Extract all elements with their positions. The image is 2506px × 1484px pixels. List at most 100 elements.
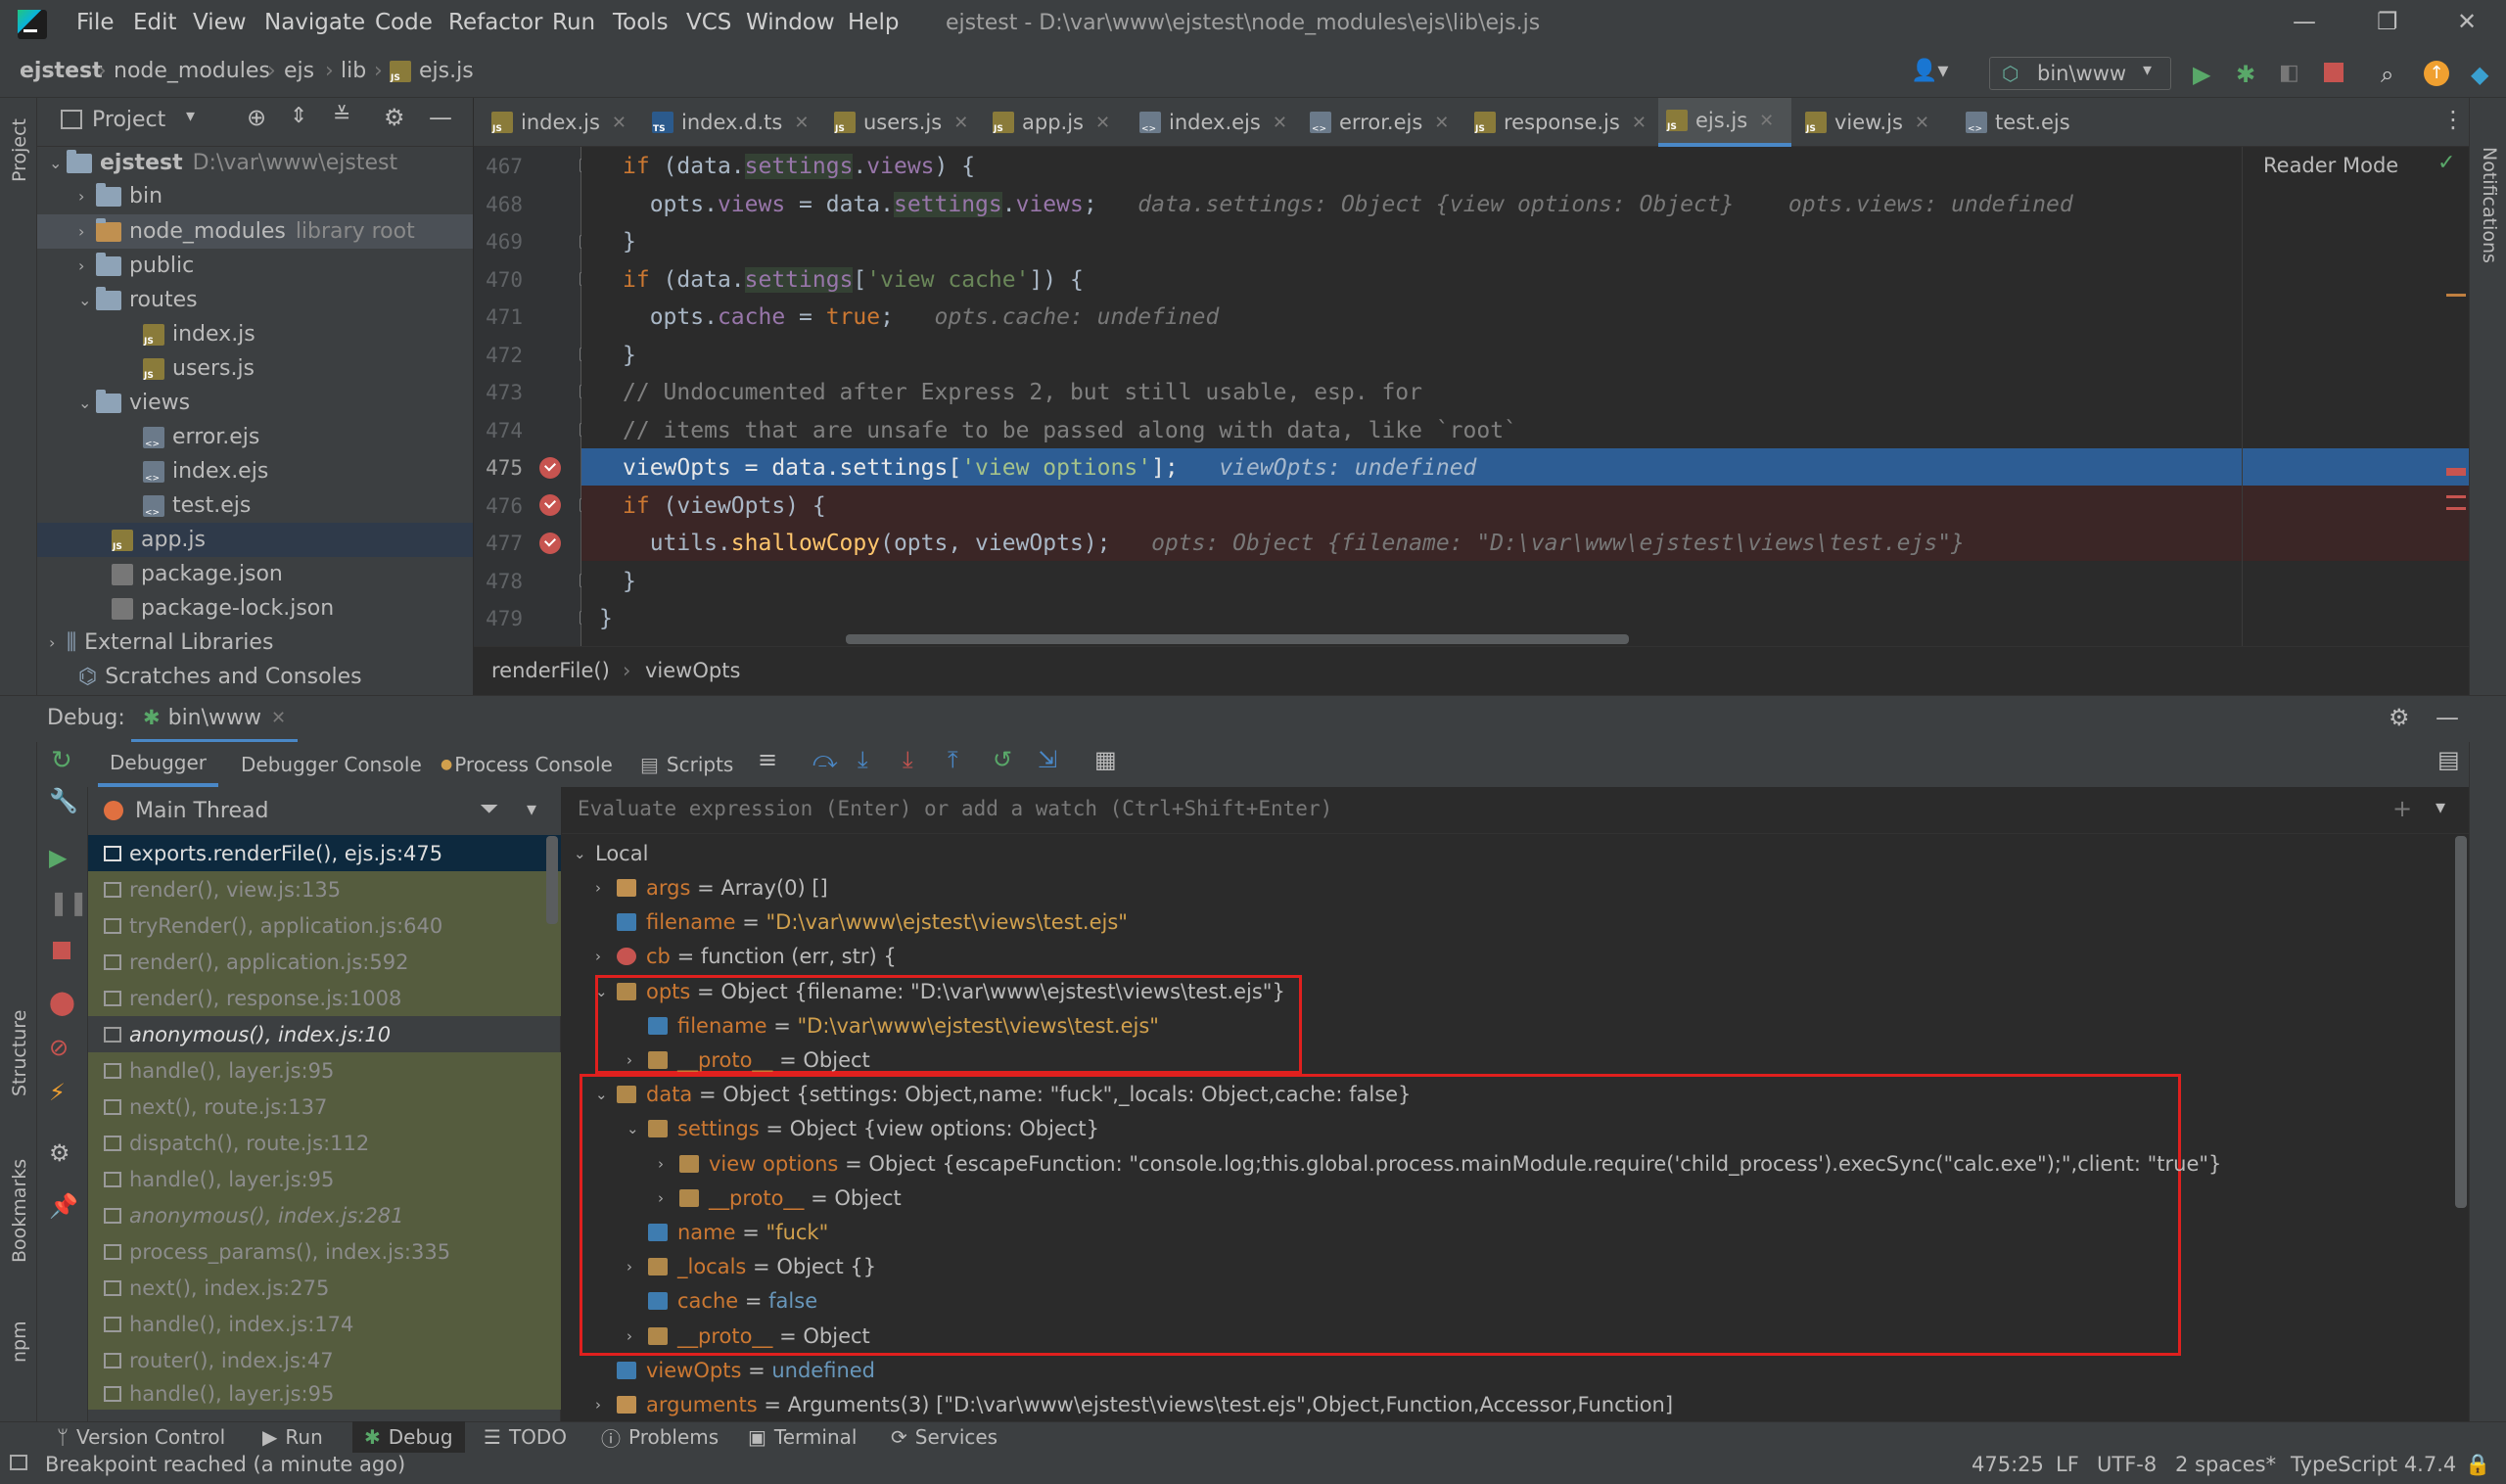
variable-row[interactable]: ⌄ opts = Object {filename: "D:\var\www\ej… — [595, 975, 1285, 1008]
chevron-down-icon[interactable]: ⌄ — [595, 983, 617, 1000]
tree-item-node-modules[interactable]: › node_modules library root — [37, 214, 473, 249]
chevron-down-icon[interactable]: ⌄ — [78, 394, 96, 412]
chevron-down-icon[interactable]: ▾ — [527, 797, 536, 820]
variable-row[interactable]: › arguments = Arguments(3) ["D:\var\www\e… — [595, 1388, 1673, 1421]
tab-debugger[interactable]: Debugger — [98, 742, 218, 787]
close-window-icon[interactable]: ✕ — [2457, 8, 2477, 35]
code-editor[interactable]: if (data.settings.views) { opts.views = … — [581, 147, 2469, 646]
tab-index-d-ts[interactable]: index.d.ts ✕ — [644, 98, 809, 147]
notifications-tool-label[interactable]: Notifications — [2479, 147, 2500, 263]
tree-item-routes[interactable]: ⌄ routes — [78, 283, 198, 317]
project-panel-title[interactable]: Project — [92, 108, 165, 132]
tree-item-package-json[interactable]: package.json — [112, 557, 283, 591]
step-out-icon[interactable]: ⤒ — [948, 746, 958, 773]
chevron-right-icon[interactable]: › — [626, 1051, 648, 1069]
menu-run[interactable]: Run — [552, 10, 595, 35]
tree-item-ejstest[interactable]: ⌄ ejstest D:\var\www\ejstest — [49, 146, 397, 180]
minimize-icon[interactable]: — — [2293, 8, 2316, 35]
hide-panel-icon[interactable]: — — [429, 104, 452, 131]
tab-error-ejs[interactable]: error.ejs ✕ — [1302, 98, 1449, 147]
tree-item-users-js[interactable]: users.js — [143, 351, 255, 386]
menu-window[interactable]: Window — [746, 10, 835, 35]
chevron-right-icon[interactable]: › — [595, 1396, 617, 1414]
variable-row[interactable]: cache = false — [626, 1284, 817, 1318]
tree-item-bin[interactable]: › bin — [78, 179, 162, 213]
variables-scrollbar[interactable] — [2455, 836, 2467, 1208]
tree-item-package-lock-json[interactable]: package-lock.json — [112, 591, 334, 626]
tool-tab-version-control[interactable]: ᛘ Version Control — [57, 1421, 225, 1453]
breadcrumb-variable[interactable]: viewOpts — [645, 659, 740, 682]
chevron-down-icon[interactable]: ⌄ — [595, 1086, 617, 1103]
restart-frame-icon[interactable]: ↺ — [993, 746, 1012, 773]
tree-item-views[interactable]: ⌄ views — [78, 386, 190, 420]
frame-item[interactable]: anonymous(), index.js:281 — [88, 1197, 561, 1233]
close-session-icon[interactable]: ✕ — [271, 708, 286, 728]
frame-item[interactable]: handle(), layer.js:95 — [88, 1161, 561, 1197]
expand-all-icon[interactable]: ⇕ — [290, 104, 307, 128]
tab-ejs-js[interactable]: ejs.js ✕ — [1658, 98, 1791, 147]
chevron-right-icon[interactable]: › — [78, 256, 96, 275]
mute-breakpoints-icon[interactable]: ⊘ — [49, 1034, 69, 1061]
tab-view-js[interactable]: view.js ✕ — [1797, 98, 1929, 147]
debug-session-tab[interactable]: ✱ bin\www ✕ — [131, 696, 299, 743]
frame-item[interactable]: exports.renderFile(), ejs.js:475 — [88, 835, 561, 871]
variable-row[interactable]: ⌄ settings = Object {view options: Object… — [626, 1112, 1099, 1145]
step-into-icon[interactable]: ⤓ — [858, 746, 868, 773]
tool-tab-problems[interactable]: ⓘ Problems — [601, 1421, 719, 1453]
chevron-right-icon[interactable]: › — [78, 222, 96, 241]
user-icon[interactable]: 👤▾ — [1911, 59, 1948, 83]
lock-icon[interactable]: 🔒 — [2465, 1453, 2490, 1477]
npm-tool-label[interactable]: npm — [9, 1321, 30, 1363]
variable-row[interactable]: › __proto__ = Object — [658, 1182, 902, 1215]
tree-item-error-ejs[interactable]: error.ejs — [143, 420, 259, 454]
lightning-icon[interactable]: ⚡ — [49, 1079, 66, 1106]
breakpoint-icon[interactable] — [539, 457, 561, 479]
chevron-down-icon[interactable]: ⌄ — [626, 1120, 648, 1137]
error-stripe-marker[interactable] — [2446, 495, 2466, 498]
frame-item[interactable]: dispatch(), route.js:112 — [88, 1125, 561, 1161]
tree-item-app-js[interactable]: app.js — [37, 523, 473, 557]
thread-selector[interactable]: Main Thread ⏷ ▾ — [88, 787, 561, 836]
menu-view[interactable]: View — [193, 10, 247, 35]
close-tab-icon[interactable]: ✕ — [1915, 113, 1929, 133]
tab-index-ejs[interactable]: index.ejs ✕ — [1132, 98, 1287, 147]
indent-setting[interactable]: 2 spaces* — [2175, 1453, 2276, 1476]
tab-index-js[interactable]: index.js ✕ — [484, 98, 626, 147]
variable-row[interactable]: › __proto__ = Object — [626, 1320, 870, 1353]
frame-item[interactable]: anonymous(), index.js:10 — [88, 1016, 561, 1052]
tab-test-ejs[interactable]: test.ejs — [1958, 98, 2070, 147]
line-separator[interactable]: LF — [2056, 1453, 2079, 1476]
tree-item-scratches[interactable]: ⌬ Scratches and Consoles — [78, 660, 362, 694]
force-step-into-icon[interactable]: ⤓ — [903, 746, 913, 773]
error-stripe-marker[interactable] — [2446, 294, 2466, 297]
chevron-right-icon[interactable]: › — [595, 879, 617, 897]
view-breakpoints-icon[interactable]: ⬤ — [49, 989, 75, 1016]
debug-bug-icon[interactable]: ✱ — [2236, 61, 2259, 88]
structure-tool-label[interactable]: Structure — [9, 1010, 30, 1096]
menu-navigate[interactable]: Navigate — [264, 10, 365, 35]
tab-app-js[interactable]: app.js ✕ — [985, 98, 1110, 147]
collapse-all-icon[interactable]: ≚ — [333, 104, 350, 128]
variable-row[interactable]: › view options = Object {escapeFunction: … — [658, 1147, 2221, 1181]
close-tab-icon[interactable]: ✕ — [794, 113, 809, 133]
breakpoint-icon[interactable] — [539, 494, 561, 516]
menu-edit[interactable]: Edit — [133, 10, 177, 35]
tab-users-js[interactable]: users.js ✕ — [826, 98, 968, 147]
gear-icon[interactable]: ⚙ — [49, 1139, 70, 1167]
chevron-right-icon[interactable]: › — [595, 948, 617, 965]
locate-icon[interactable]: ⊕ — [247, 104, 266, 131]
variable-row[interactable]: › _locals = Object {} — [626, 1250, 876, 1283]
breakpoint-icon[interactable] — [539, 533, 561, 554]
chevron-down-icon[interactable]: ▾ — [186, 106, 195, 126]
stop-icon[interactable] — [53, 942, 70, 959]
chevron-down-icon[interactable]: ⌄ — [78, 291, 96, 309]
tool-tab-run[interactable]: ▶ Run — [262, 1421, 323, 1453]
pause-icon[interactable]: ❚❚ — [49, 889, 88, 916]
status-message[interactable]: Breakpoint reached (a minute ago) — [45, 1453, 405, 1476]
update-icon[interactable]: ↑ — [2424, 61, 2449, 86]
variable-row[interactable]: › cb = function (err, str) { — [595, 940, 897, 973]
error-stripe-marker[interactable] — [2446, 507, 2466, 510]
evaluate-expression-bar[interactable]: Evaluate expression (Enter) or add a wat… — [562, 787, 2469, 834]
variable-row[interactable]: name = "fuck" — [626, 1216, 828, 1249]
frame-item[interactable]: handle(), layer.js:95 — [88, 1052, 561, 1089]
